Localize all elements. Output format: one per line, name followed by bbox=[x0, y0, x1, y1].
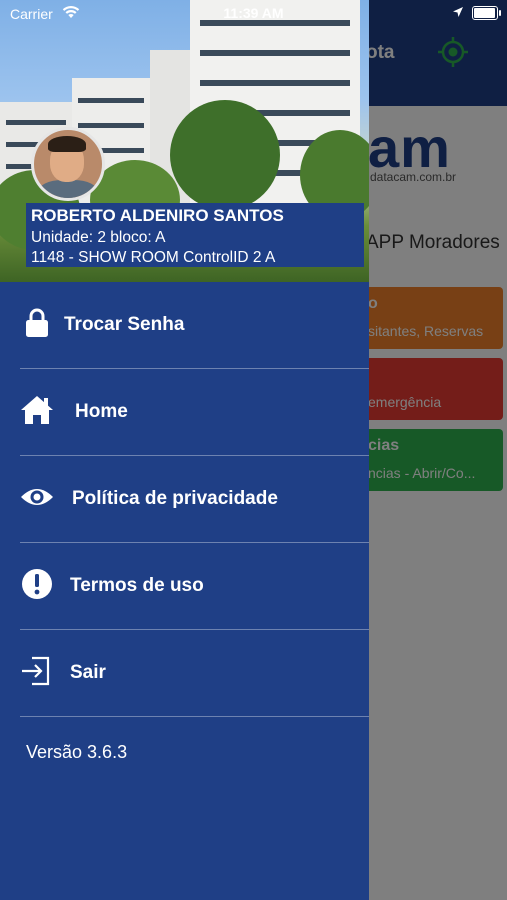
lock-icon bbox=[26, 308, 48, 337]
eye-icon bbox=[21, 489, 53, 505]
menu-item-logout[interactable]: Sair bbox=[20, 630, 369, 717]
home-icon bbox=[21, 396, 53, 424]
menu-item-change-password[interactable]: Trocar Senha bbox=[20, 282, 369, 369]
menu-item-label: Termos de uso bbox=[70, 575, 204, 596]
user-unit: Unidade: 2 bloco: A bbox=[31, 229, 166, 246]
menu-item-home[interactable]: Home bbox=[20, 369, 369, 456]
menu-item-label: Home bbox=[75, 401, 128, 422]
location-arrow-icon bbox=[453, 7, 463, 17]
user-info: ROBERTO ALDENIRO SANTOS Unidade: 2 bloco… bbox=[26, 203, 364, 267]
status-bar: Carrier 11:39 AM bbox=[0, 0, 507, 28]
exclamation-circle-icon bbox=[22, 569, 52, 599]
user-condo: 1148 - SHOW ROOM ControlID 2 A bbox=[31, 249, 276, 266]
menu-item-label: Política de privacidade bbox=[72, 488, 278, 509]
avatar[interactable] bbox=[31, 127, 105, 201]
menu-item-label: Trocar Senha bbox=[64, 314, 185, 335]
battery-icon bbox=[472, 6, 501, 20]
side-drawer: ROBERTO ALDENIRO SANTOS Unidade: 2 bloco… bbox=[0, 0, 369, 900]
drawer-header: ROBERTO ALDENIRO SANTOS Unidade: 2 bloco… bbox=[0, 0, 369, 282]
drawer-menu: Trocar Senha Home Política de privacidad… bbox=[0, 282, 369, 717]
logout-icon bbox=[22, 656, 50, 686]
user-name: ROBERTO ALDENIRO SANTOS bbox=[31, 206, 284, 225]
app-version: Versão 3.6.3 bbox=[26, 742, 128, 762]
status-time: 11:39 AM bbox=[223, 5, 284, 21]
menu-item-label: Sair bbox=[70, 662, 106, 683]
menu-item-terms-of-use[interactable]: Termos de uso bbox=[20, 543, 369, 630]
menu-item-privacy-policy[interactable]: Política de privacidade bbox=[20, 456, 369, 543]
